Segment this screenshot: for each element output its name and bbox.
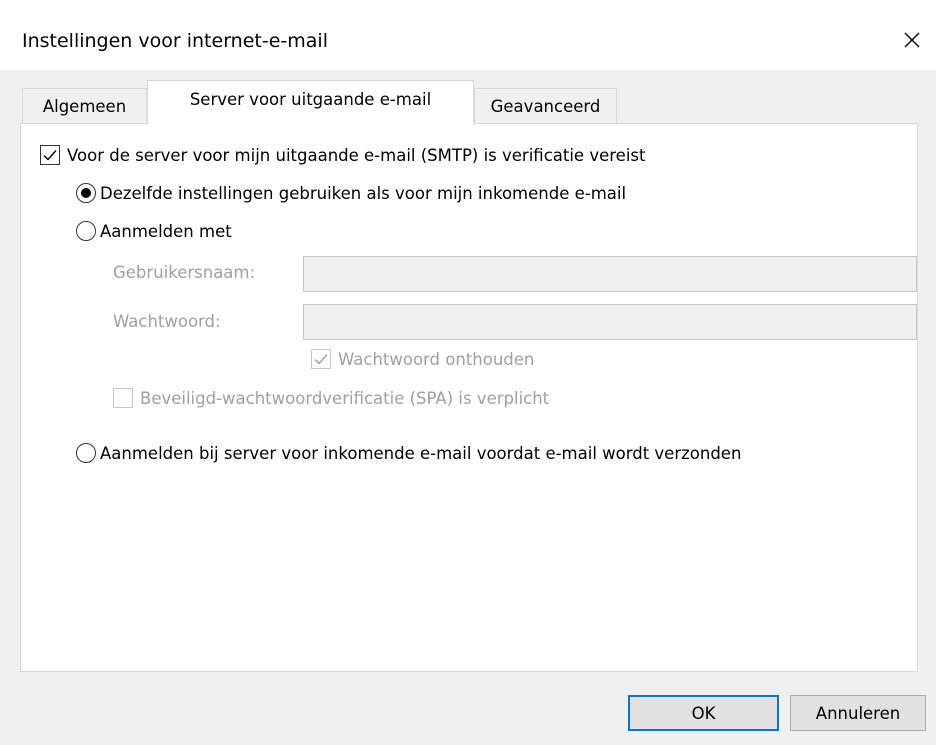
tab-geavanceerd[interactable]: Geavanceerd [474,88,617,124]
login-incoming-radio[interactable] [76,443,96,463]
smtp-auth-checkbox[interactable] [40,145,60,165]
close-icon [904,32,920,48]
checkmark-icon [314,354,328,365]
window-title: Instellingen voor internet-e-mail [22,30,328,52]
remember-password-checkbox[interactable] [311,349,331,369]
radio-selected-dot [81,188,91,198]
smtp-auth-row[interactable]: Voor de server voor mijn uitgaande e-mai… [40,145,645,165]
same-settings-radio[interactable] [76,183,96,203]
remember-password-label: Wachtwoord onthouden [338,349,535,369]
login-incoming-label: Aanmelden bij server voor inkomende e-ma… [100,443,742,463]
title-bar: Instellingen voor internet-e-mail [0,8,936,70]
password-label: Wachtwoord: [113,312,221,331]
tab-panel: Voor de server voor mijn uitgaande e-mai… [20,123,918,672]
password-field[interactable] [303,304,917,340]
same-settings-label: Dezelfde instellingen gebruiken als voor… [100,183,627,203]
spa-label: Beveiligd-wachtwoordverificatie (SPA) is… [140,388,550,408]
smtp-auth-label: Voor de server voor mijn uitgaande e-mai… [67,145,646,165]
spa-row[interactable]: Beveiligd-wachtwoordverificatie (SPA) is… [113,388,549,408]
login-incoming-row[interactable]: Aanmelden bij server voor inkomende e-ma… [76,443,741,463]
spa-checkbox[interactable] [113,388,133,408]
username-label: Gebruikersnaam: [113,263,256,282]
close-button[interactable] [892,20,932,60]
login-with-row[interactable]: Aanmelden met [76,221,232,241]
tab-server-uitgaande-email[interactable]: Server voor uitgaande e-mail [147,80,474,125]
cancel-button[interactable]: Annuleren [790,695,926,731]
remember-password-row[interactable]: Wachtwoord onthouden [311,349,534,369]
login-with-label: Aanmelden met [100,221,232,241]
same-settings-row[interactable]: Dezelfde instellingen gebruiken als voor… [76,183,626,203]
tab-algemeen[interactable]: Algemeen [22,88,147,124]
ok-button[interactable]: OK [628,695,779,731]
username-field[interactable] [303,256,917,292]
login-with-radio[interactable] [76,221,96,241]
checkmark-icon [43,150,57,161]
